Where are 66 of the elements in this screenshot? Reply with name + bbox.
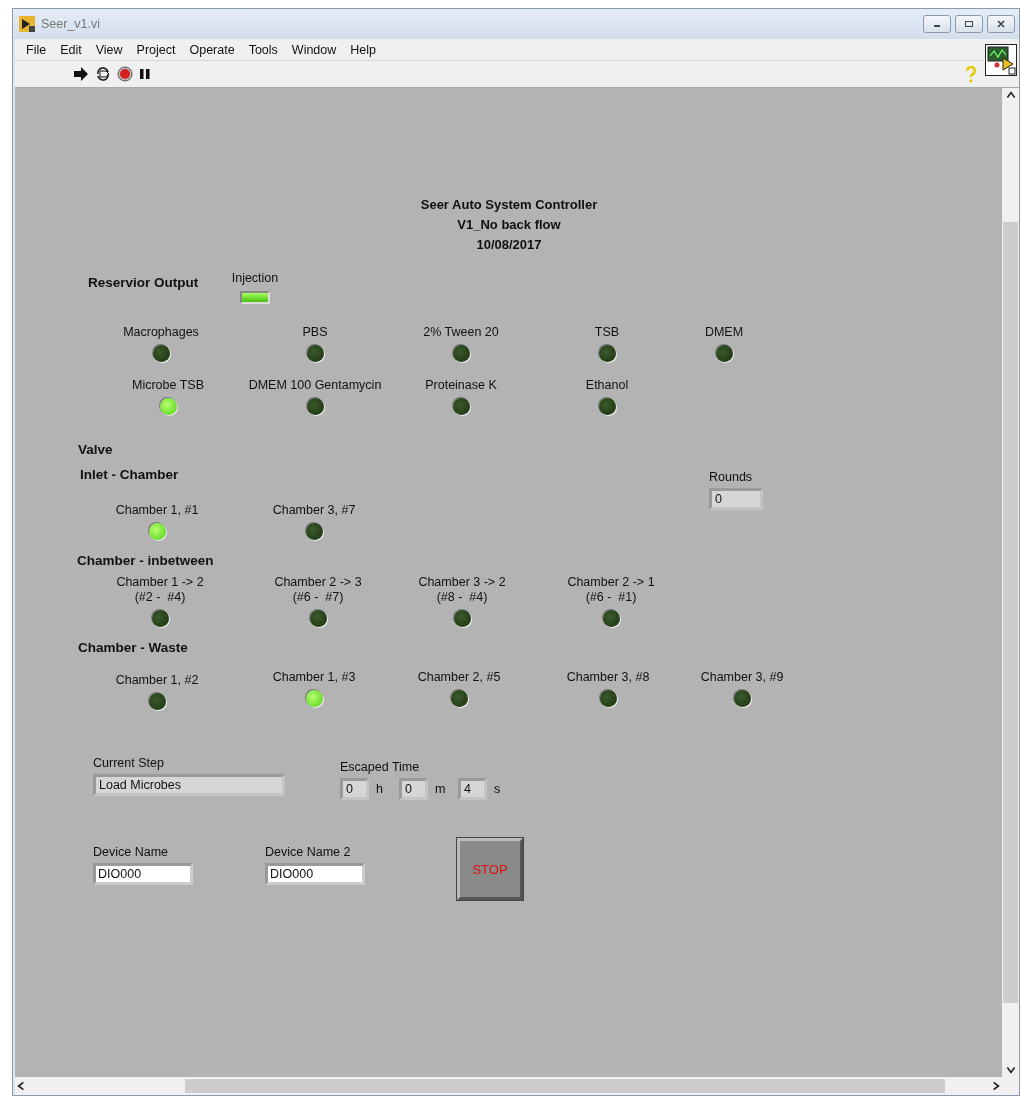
pause-icon[interactable] <box>139 68 151 80</box>
vi-icon[interactable] <box>985 43 1017 77</box>
menu-item[interactable]: View <box>88 42 130 57</box>
horizontal-scrollbar[interactable] <box>15 1077 1019 1095</box>
panel-heading: 10/08/2017 <box>475 236 543 254</box>
indicator-label: Chamber 2 -> 3 (#6 - #7) <box>274 575 362 605</box>
field-label: Escaped Time <box>340 760 421 774</box>
vertical-scrollbar[interactable] <box>1002 88 1019 1077</box>
abort-icon[interactable] <box>117 66 133 82</box>
indicator-label: Chamber 2, #5 <box>417 670 501 685</box>
menu-item[interactable]: Window <box>284 42 344 57</box>
indicator-label: TSB <box>594 325 620 340</box>
unit-label: s <box>493 782 502 796</box>
run-arrow-icon[interactable] <box>73 66 89 82</box>
indicator-label: Chamber 1, #3 <box>272 670 356 685</box>
close-icon <box>996 19 1006 29</box>
indicator-label: Chamber 3, #7 <box>272 503 356 518</box>
indicator-label: Microbe TSB <box>132 378 204 393</box>
string-field: Load Microbes <box>93 774 285 796</box>
field-label: Rounds <box>709 470 754 484</box>
section-title: Reservior Output <box>88 275 199 290</box>
input-field[interactable]: DIO000 <box>265 863 365 885</box>
indicator-label: Macrophages <box>123 325 199 340</box>
maximize-icon <box>964 19 974 29</box>
menu-item[interactable]: Help <box>343 42 384 57</box>
menu-item[interactable]: Tools <box>241 42 285 57</box>
field-label: Device Name 2 <box>265 845 352 859</box>
numeric-field: 0 <box>340 778 369 800</box>
section-title: Inlet - Chamber <box>80 467 179 482</box>
app-icon <box>19 16 35 32</box>
close-button[interactable] <box>987 15 1015 33</box>
indicator-label: Chamber 1 -> 2 (#2 - #4) <box>116 575 204 605</box>
input-field[interactable]: DIO000 <box>93 863 193 885</box>
section-title: Valve <box>78 442 113 457</box>
window-title: Seer_v1.vi <box>41 17 101 31</box>
section-title: Chamber - inbetween <box>77 553 214 568</box>
menu-item[interactable]: File <box>19 42 54 57</box>
indicator-label: DMEM 100 Gentamycin <box>248 378 382 393</box>
field-label: Current Step <box>93 756 165 770</box>
indicator-label: PBS <box>302 325 328 340</box>
indicator-label: DMEM <box>704 325 744 340</box>
unit-label: h <box>375 782 384 796</box>
run-continuously-icon[interactable] <box>95 66 111 82</box>
numeric-field: 0 <box>399 778 428 800</box>
panel-heading: V1_No back flow <box>456 216 562 234</box>
field-label: Device Name <box>93 845 170 859</box>
indicator-label: Chamber 3 -> 2 (#8 - #4) <box>418 575 506 605</box>
menu-item[interactable]: Project <box>129 42 183 57</box>
indicator-label: 2% Tween 20 <box>423 325 499 340</box>
indicator-label: Injection <box>231 271 279 286</box>
indicator-label: Chamber 1, #2 <box>115 673 199 688</box>
panel-heading: Seer Auto System Controller <box>419 196 599 214</box>
section-title: Chamber - Waste <box>78 640 188 655</box>
numeric-field: 0 <box>709 488 763 510</box>
menu-item[interactable]: Edit <box>53 42 89 57</box>
menu-item[interactable]: Operate <box>182 42 242 57</box>
numeric-field: 4 <box>458 778 487 800</box>
maximize-button[interactable] <box>955 15 983 33</box>
indicator-label: Chamber 1, #1 <box>115 503 199 518</box>
unit-label: m <box>434 782 447 796</box>
indicator-label: Chamber 3, #9 <box>700 670 784 685</box>
indicator-label: Proteinase K <box>425 378 497 393</box>
indicator-label: Ethanol <box>585 378 629 393</box>
minimize-button[interactable] <box>923 15 951 33</box>
indicator-label: Chamber 3, #8 <box>566 670 650 685</box>
indicator-label: Chamber 2 -> 1 (#6 - #1) <box>567 575 655 605</box>
